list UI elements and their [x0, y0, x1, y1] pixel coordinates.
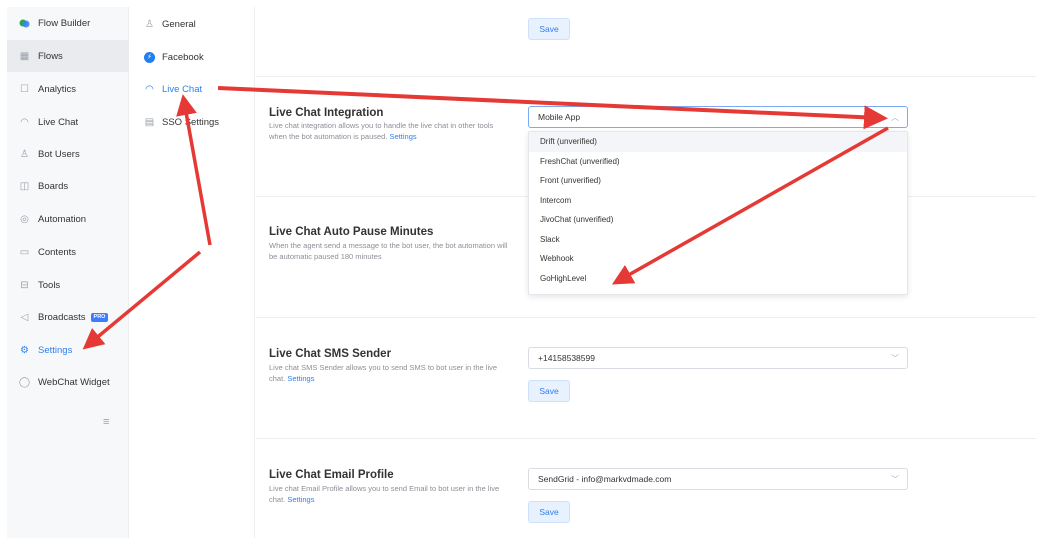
- dropdown-option-intercom[interactable]: Intercom: [529, 191, 907, 211]
- sidebar-item-label: Contents: [38, 246, 77, 258]
- email-save-button[interactable]: Save: [528, 501, 570, 523]
- hamburger-icon[interactable]: ≡: [103, 416, 109, 428]
- subnav-item-label: General: [162, 18, 196, 30]
- sidebar-item-label: Flows: [38, 50, 63, 62]
- sidebar-item-label: Automation: [38, 213, 87, 225]
- integration-select[interactable]: Mobile App ︿: [528, 106, 908, 128]
- settings-link[interactable]: Settings: [287, 495, 314, 504]
- sidebar-item-boards[interactable]: ◫ Boards: [7, 170, 129, 202]
- chat-bubble-icon: ◯: [18, 376, 31, 388]
- board-icon: ◫: [19, 180, 30, 192]
- gear-icon: ⚙: [20, 344, 29, 356]
- sidebar-item-label: Broadcasts: [38, 311, 86, 323]
- sms-sender-select[interactable]: +14158538599 ﹀: [528, 347, 908, 369]
- email-description: Live chat Email Profile allows you to se…: [269, 484, 500, 504]
- user-icon: ♙: [20, 148, 29, 160]
- subnav-item-label: SSO Settings: [162, 116, 220, 128]
- subnav-item-sso-settings[interactable]: ▤ SSO Settings: [129, 106, 255, 138]
- dropdown-option-gohighlevel[interactable]: GoHighLevel: [529, 269, 907, 289]
- grid-icon: ▦: [19, 50, 30, 62]
- sidebar-item-label: Flow Builder: [38, 17, 91, 29]
- main-sidebar: Flow Builder ▦ Flows ☐ Analytics ◠ Live …: [7, 7, 129, 538]
- sidebar-item-label: Live Chat: [38, 116, 79, 128]
- pause-description: When the agent send a message to the bot…: [269, 241, 508, 261]
- contents-icon: ▭: [19, 246, 30, 258]
- user-icon: ♙: [145, 18, 154, 30]
- email-profile-select[interactable]: SendGrid - info@markvdmade.com ﹀: [528, 468, 908, 490]
- chevron-down-icon: ﹀: [891, 354, 899, 363]
- sms-title: Live Chat SMS Sender: [269, 348, 392, 360]
- chevron-up-icon: ︿: [891, 113, 899, 122]
- subnav-item-label: Live Chat: [162, 83, 203, 95]
- sidebar-item-flows[interactable]: ▦ Flows: [7, 40, 129, 72]
- sidebar-item-live-chat[interactable]: ◠ Live Chat: [7, 106, 129, 138]
- settings-link[interactable]: Settings: [390, 132, 417, 141]
- sidebar-item-label: Boards: [38, 180, 69, 192]
- automation-icon: ◎: [20, 213, 29, 225]
- settings-content: Save Live Chat Integration Live chat int…: [256, 7, 1036, 538]
- sidebar-item-label: Analytics: [38, 83, 77, 95]
- flow-builder-icon: [19, 18, 30, 29]
- divider: [256, 317, 1036, 318]
- settings-link[interactable]: Settings: [287, 374, 314, 383]
- messenger-icon: ⚡: [144, 51, 155, 63]
- sidebar-item-contents[interactable]: ▭ Contents: [7, 236, 129, 268]
- headset-icon: ◠: [20, 116, 29, 128]
- subnav-item-general[interactable]: ♙ General: [129, 8, 255, 40]
- megaphone-icon: ◁: [20, 311, 29, 323]
- pause-title: Live Chat Auto Pause Minutes: [269, 226, 434, 238]
- sidebar-item-label: Settings: [38, 344, 73, 356]
- select-value: SendGrid - info@markvdmade.com: [538, 474, 672, 484]
- divider: [256, 438, 1036, 439]
- email-title: Live Chat Email Profile: [269, 469, 394, 481]
- sidebar-item-tools[interactable]: ⊟ Tools: [7, 269, 129, 301]
- sidebar-item-label: Bot Users: [38, 148, 80, 160]
- integration-description: Live chat integration allows you to hand…: [269, 121, 494, 141]
- sidebar-item-webchat-widget[interactable]: ◯ WebChat Widget: [7, 366, 129, 398]
- sidebar-item-bot-users[interactable]: ♙ Bot Users: [7, 138, 129, 170]
- tools-icon: ⊟: [20, 279, 29, 291]
- sidebar-item-broadcasts[interactable]: ◁ Broadcasts PRO: [7, 301, 129, 333]
- sidebar-item-label: Tools: [38, 279, 61, 291]
- integration-dropdown-menu: Drift (unverified) FreshChat (unverified…: [528, 131, 908, 295]
- headset-icon: ◠: [145, 83, 154, 95]
- sidebar-item-settings[interactable]: ⚙ Settings: [7, 334, 129, 366]
- divider: [256, 76, 1036, 77]
- sidebar-item-automation[interactable]: ◎ Automation: [7, 203, 129, 235]
- sidebar-item-analytics[interactable]: ☐ Analytics: [7, 73, 129, 105]
- subnav-item-label: Facebook: [162, 51, 204, 63]
- integration-title: Live Chat Integration: [269, 107, 384, 119]
- subnav-item-live-chat[interactable]: ◠ Live Chat: [129, 73, 255, 105]
- subnav-item-facebook[interactable]: ⚡ Facebook: [129, 41, 255, 73]
- dropdown-option-front[interactable]: Front (unverified): [529, 171, 907, 191]
- dropdown-option-freshchat[interactable]: FreshChat (unverified): [529, 152, 907, 172]
- dropdown-option-slack[interactable]: Slack: [529, 230, 907, 250]
- dropdown-option-drift[interactable]: Drift (unverified): [529, 132, 907, 152]
- pro-badge: PRO: [90, 312, 109, 322]
- settings-subnav: ♙ General ⚡ Facebook ◠ Live Chat ▤ SSO S…: [129, 7, 255, 538]
- sidebar-item-label: WebChat Widget: [38, 376, 110, 388]
- chart-icon: ☐: [20, 83, 29, 95]
- select-value: Mobile App: [538, 112, 581, 122]
- id-card-icon: ▤: [144, 116, 155, 128]
- save-button[interactable]: Save: [528, 18, 570, 40]
- sidebar-item-flow-builder[interactable]: Flow Builder: [7, 7, 129, 39]
- sms-save-button[interactable]: Save: [528, 380, 570, 402]
- sms-description: Live chat SMS Sender allows you to send …: [269, 363, 498, 383]
- select-value: +14158538599: [538, 353, 595, 363]
- dropdown-option-webhook[interactable]: Webhook: [529, 249, 907, 269]
- chevron-down-icon: ﹀: [891, 475, 899, 484]
- dropdown-option-jivochat[interactable]: JivoChat (unverified): [529, 210, 907, 230]
